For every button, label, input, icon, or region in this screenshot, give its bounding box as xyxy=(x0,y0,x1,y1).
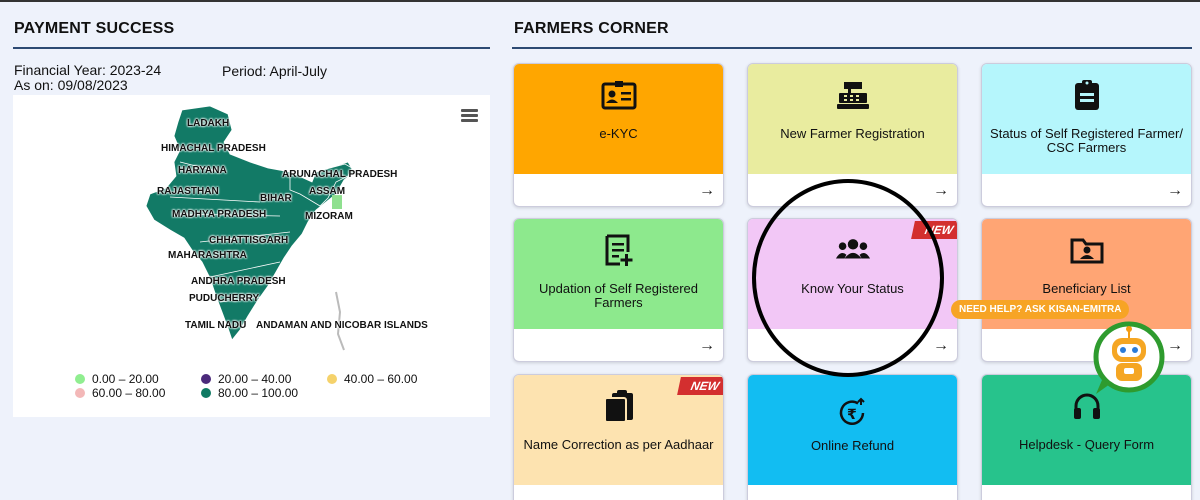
map-label-madhya: MADHYA PRADESH xyxy=(172,209,267,220)
card-label: Status of Self Registered Farmer/ CSC Fa… xyxy=(990,126,1183,155)
card-label: Name Correction as per Aadhaar xyxy=(523,437,714,452)
arrow-right-icon[interactable]: → xyxy=(933,493,949,500)
legend-item[interactable]: 40.00 – 60.00 xyxy=(327,372,417,386)
folder-contact-icon xyxy=(1069,232,1105,268)
farmers-corner-title: FARMERS CORNER xyxy=(514,20,669,37)
clipboard-list-icon xyxy=(1069,77,1105,113)
kisan-emitra-bot-icon[interactable] xyxy=(1092,320,1166,394)
farmers-title-rule xyxy=(512,47,1192,49)
cash-register-icon xyxy=(835,77,871,113)
card-updation-self-registered[interactable]: Updation of Self Registered Farmers → xyxy=(513,218,724,362)
legend-label: 40.00 – 60.00 xyxy=(344,372,418,386)
highlight-circle xyxy=(752,179,944,377)
legend-dot xyxy=(201,374,211,384)
map-label-mizoram: MIZORAM xyxy=(305,211,353,222)
arrow-right-icon[interactable]: → xyxy=(699,337,715,355)
chart-menu-icon[interactable] xyxy=(461,109,478,122)
card-label: Updation of Self Registered Farmers xyxy=(539,281,698,310)
card-label: Helpdesk - Query Form xyxy=(1018,437,1155,452)
card-name-correction[interactable]: Name Correction as per Aadhaar NEW → xyxy=(513,374,724,500)
map-label-rajasthan: RAJASTHAN xyxy=(157,186,219,197)
legend-label: 80.00 – 100.00 xyxy=(218,386,299,400)
payment-title-rule xyxy=(13,47,490,49)
need-help-button[interactable]: NEED HELP? ASK KISAN-EMITRA xyxy=(951,300,1130,319)
financial-year-text: Financial Year: 2023-24 As on: 09/08/202… xyxy=(14,63,161,93)
arrow-right-icon[interactable]: → xyxy=(1167,337,1183,355)
card-label: New Farmer Registration xyxy=(780,126,925,141)
legend-item[interactable]: 20.00 – 40.00 xyxy=(201,372,291,386)
card-label: e-KYC xyxy=(599,126,638,141)
map-label-puducherry: PUDUCHERRY xyxy=(189,293,260,304)
legend-label: 60.00 – 80.00 xyxy=(92,386,166,400)
map-label-andhra: ANDHRA PRADESH xyxy=(191,276,286,287)
map-label-himachal: HIMACHAL PRADESH xyxy=(161,143,266,154)
as-on-line: As on: 09/08/2023 xyxy=(14,77,128,93)
arrow-right-icon[interactable]: → xyxy=(699,182,715,200)
map-label-andaman: ANDAMAN AND NICOBAR ISLANDS xyxy=(256,320,428,331)
map-label-haryana: HARYANA xyxy=(178,165,227,176)
map-label-assam: ASSAM xyxy=(309,186,346,197)
period-text: Period: April-July xyxy=(222,63,328,79)
map-label-tamil: TAMIL NADU xyxy=(185,320,247,331)
edit-document-icon xyxy=(601,232,637,268)
svg-text:₹: ₹ xyxy=(847,407,857,423)
new-badge: NEW xyxy=(677,377,723,395)
card-ekyc[interactable]: e-KYC → xyxy=(513,63,724,207)
map-label-maharashtra: MAHARASHTRA xyxy=(168,250,247,261)
legend-dot xyxy=(201,388,211,398)
arrow-right-icon[interactable]: → xyxy=(1167,182,1183,200)
arrow-right-icon[interactable]: → xyxy=(933,337,949,355)
legend-label: 20.00 – 40.00 xyxy=(218,372,292,386)
legend-item[interactable]: 80.00 – 100.00 xyxy=(201,386,298,400)
payment-success-title: PAYMENT SUCCESS xyxy=(14,20,175,37)
fy-line: Financial Year: 2023-24 xyxy=(14,62,162,78)
card-label: Beneficiary List xyxy=(1042,281,1131,296)
map-label-arunachal: ARUNACHAL PRADESH xyxy=(282,169,398,180)
legend-item[interactable]: 60.00 – 80.00 xyxy=(75,386,165,400)
arrow-right-icon[interactable]: → xyxy=(699,493,715,500)
map-label-ladakh: LADAKH xyxy=(187,118,230,129)
id-card-icon xyxy=(601,77,637,113)
legend-item[interactable]: 0.00 – 20.00 xyxy=(75,372,159,386)
legend-dot xyxy=(75,374,85,384)
map-label-bihar: BIHAR xyxy=(260,193,292,204)
arrow-right-icon[interactable]: → xyxy=(1167,493,1183,500)
legend-label: 0.00 – 20.00 xyxy=(92,372,159,386)
card-status-self-registered[interactable]: Status of Self Registered Farmer/ CSC Fa… xyxy=(981,63,1192,207)
map-label-chhattisgarh: CHHATTISGARH xyxy=(209,235,289,246)
arrow-right-icon[interactable]: → xyxy=(933,182,949,200)
legend-dot xyxy=(327,374,337,384)
card-online-refund[interactable]: ₹ Online Refund → xyxy=(747,374,958,500)
rupee-refund-icon: ₹ xyxy=(835,395,871,431)
card-label: Online Refund xyxy=(810,438,895,453)
legend-dot xyxy=(75,388,85,398)
clipboard-icon xyxy=(601,388,637,424)
